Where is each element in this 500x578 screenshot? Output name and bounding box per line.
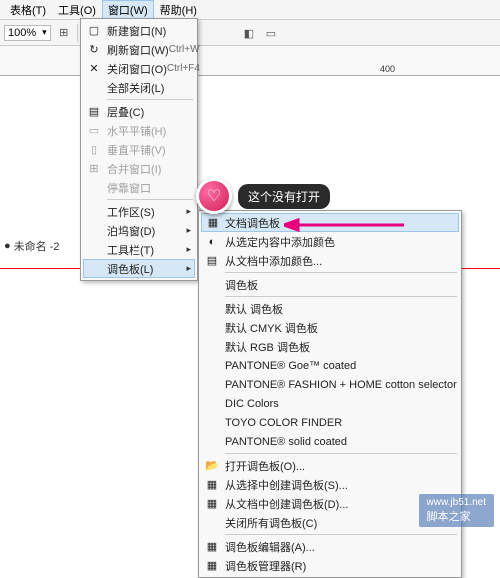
snap-icon[interactable]: ⊞ [55, 24, 73, 42]
menuitem-new-from-sel[interactable]: ▦从选择中创建调色板(S)... [201, 475, 459, 494]
menubar: 表格(T) 工具(O) 窗口(W) 帮助(H) [0, 0, 500, 20]
menuitem-combine: ⊞合并窗口(I) [83, 159, 195, 178]
watermark-url: www.jb51.net [427, 497, 486, 508]
chevron-right-icon: ▸ [186, 206, 191, 217]
separator [225, 453, 457, 454]
menuitem-toolbars[interactable]: 工具栏(T)▸ [83, 240, 195, 259]
watermark-text: 脚本之家 [427, 508, 486, 524]
new-palette-icon: ▦ [204, 496, 220, 512]
editor-icon: ▦ [204, 539, 220, 555]
menuitem-open-palette[interactable]: 📂打开调色板(O)... [201, 456, 459, 475]
ruler-horizontal: 200 400 [0, 46, 500, 76]
menuitem-workspace[interactable]: 工作区(S)▸ [83, 202, 195, 221]
menuitem-tile-h: ▭水平平铺(H) [83, 121, 195, 140]
tool-icon-2[interactable]: ▭ [262, 24, 280, 42]
menuitem-dic[interactable]: DIC Colors [201, 394, 459, 413]
menuitem-dock: 停靠窗口 [83, 178, 195, 197]
window-menu-dropdown: ▢新建窗口(N) ↻刷新窗口(W)Ctrl+W ✕关闭窗口(O)Ctrl+F4 … [80, 18, 198, 281]
palette-icon: ▦ [205, 215, 221, 231]
menuitem-default-palette[interactable]: 默认 调色板 [201, 299, 459, 318]
close-icon: ✕ [86, 61, 102, 77]
tile-h-icon: ▭ [86, 123, 102, 139]
menuitem-palette-manager[interactable]: ▦调色板管理器(R) [201, 556, 459, 575]
menuitem-rgb-palette[interactable]: 默认 RGB 调色板 [201, 337, 459, 356]
menuitem-dockers[interactable]: 泊坞窗(D)▸ [83, 221, 195, 240]
tool-icon-1[interactable]: ◧ [240, 24, 258, 42]
eyedropper-icon: ◐ [204, 234, 220, 250]
menuitem-close[interactable]: ✕关闭窗口(O)Ctrl+F4 [83, 59, 195, 78]
menu-window[interactable]: 窗口(W) [102, 0, 154, 20]
ruler-tick: 400 [380, 64, 395, 74]
menuitem-pantone-solid[interactable]: PANTONE® solid coated [201, 432, 459, 451]
cascade-icon: ▤ [86, 104, 102, 120]
new-palette-icon: ▦ [204, 477, 220, 493]
separator [225, 272, 457, 273]
menuitem-tile-v: ▯垂直平铺(V) [83, 140, 195, 159]
bullet-icon: ● [4, 240, 11, 252]
menuitem-pantone-fh[interactable]: PANTONE® FASHION + HOME cotton selector [201, 375, 459, 394]
menu-table[interactable]: 表格(T) [4, 0, 52, 20]
separator [107, 99, 193, 100]
refresh-icon: ↻ [86, 42, 102, 58]
chevron-down-icon: ▾ [42, 27, 47, 38]
window-icon: ▢ [86, 23, 102, 39]
annotation-arrow [284, 218, 404, 232]
combine-icon: ⊞ [86, 161, 102, 177]
separator [225, 296, 457, 297]
document-tab[interactable]: ● 未命名 -2 [4, 238, 60, 254]
menuitem-close-all[interactable]: 全部关闭(L) [83, 78, 195, 97]
menu-help[interactable]: 帮助(H) [154, 0, 203, 20]
separator [107, 199, 193, 200]
chevron-right-icon: ▸ [186, 244, 191, 255]
menuitem-from-document[interactable]: ▤从文档中添加颜色... [201, 251, 459, 270]
menuitem-palettes[interactable]: 调色板(L)▸ [83, 259, 195, 278]
tile-v-icon: ▯ [86, 142, 102, 158]
manager-icon: ▦ [204, 558, 220, 574]
zoom-value: 100% [8, 27, 36, 39]
toolbar: 100% ▾ ⊞ ◧ ▭ [0, 20, 500, 46]
menuitem-cmyk-palette[interactable]: 默认 CMYK 调色板 [201, 318, 459, 337]
document-icon: ▤ [204, 253, 220, 269]
chevron-right-icon: ▸ [186, 263, 191, 274]
open-icon: 📂 [204, 458, 220, 474]
menuitem-palette-editor[interactable]: ▦调色板编辑器(A)... [201, 537, 459, 556]
menu-tools[interactable]: 工具(O) [52, 0, 102, 20]
zoom-combo[interactable]: 100% ▾ [4, 25, 51, 41]
chevron-right-icon: ▸ [186, 225, 191, 236]
menuitem-pantone-goe[interactable]: PANTONE® Goe™ coated [201, 356, 459, 375]
separator [225, 534, 457, 535]
menuitem-new-window[interactable]: ▢新建窗口(N) [83, 21, 195, 40]
menuitem-from-selection[interactable]: ◐从选定内容中添加颜色 [201, 232, 459, 251]
menuitem-toyo[interactable]: TOYO COLOR FINDER [201, 413, 459, 432]
menuitem-cascade[interactable]: ▤层叠(C) [83, 102, 195, 121]
watermark: www.jb51.net 脚本之家 [419, 494, 494, 527]
menuitem-palettes-group[interactable]: 调色板 [201, 275, 459, 294]
menuitem-refresh[interactable]: ↻刷新窗口(W)Ctrl+W [83, 40, 195, 59]
